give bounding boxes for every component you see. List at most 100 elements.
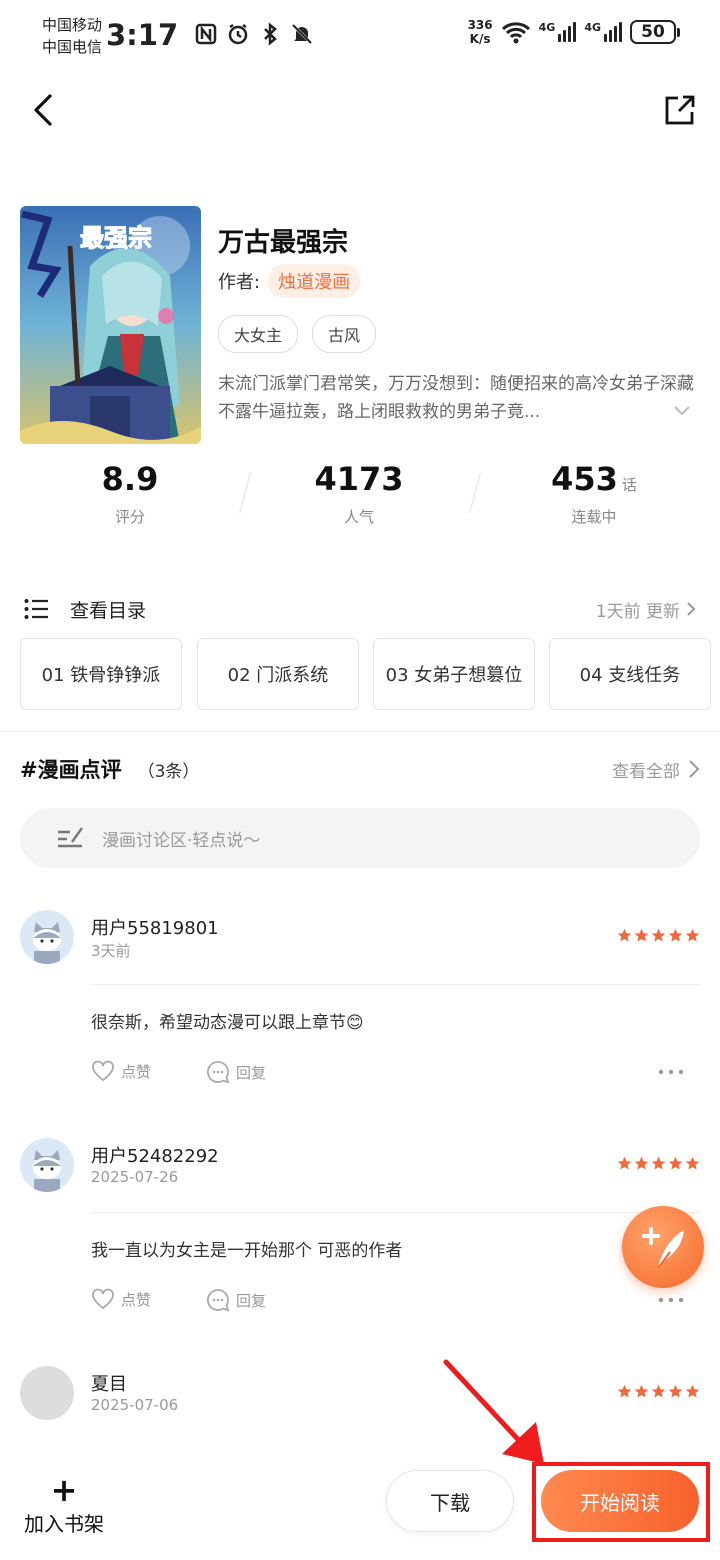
clock: 3:17: [106, 18, 179, 52]
reviews-count: （3条）: [137, 761, 200, 782]
avatar-cat-icon: [20, 1138, 74, 1192]
avatar-cat-icon: [20, 910, 74, 964]
share-icon[interactable]: [662, 92, 698, 128]
mute-bell-icon: [291, 23, 313, 45]
tag-chip[interactable]: 古风: [312, 315, 377, 353]
star-icon: [617, 928, 632, 942]
bluetooth-icon: [264, 22, 277, 46]
reviews-title: #漫画点评: [20, 758, 122, 782]
comment-username[interactable]: 夏目: [91, 1370, 127, 1396]
author-row: 作者: 烛道漫画: [218, 264, 361, 298]
reply-button[interactable]: 回复: [206, 1288, 266, 1312]
comment-username[interactable]: 用户55819801: [91, 914, 219, 940]
chapter-item[interactable]: 03 女弟子想篡位: [373, 638, 535, 710]
star-icon: [668, 928, 683, 942]
chevron-right-icon: [687, 602, 696, 616]
avatar[interactable]: [20, 1138, 74, 1192]
chevron-down-icon[interactable]: [672, 400, 692, 420]
like-button[interactable]: 点赞: [91, 1060, 151, 1082]
stats-row: 8.9 评分 4173 人气 453 话 连载中: [0, 460, 720, 536]
star-icon: [634, 928, 649, 942]
star-icon: [651, 1156, 666, 1170]
chevron-right-icon: [689, 760, 700, 778]
star-rating: [617, 1156, 700, 1171]
list-icon: [24, 599, 48, 619]
status-right: 336 K/s 4G 4G 50: [468, 18, 680, 46]
heart-icon: [92, 1288, 114, 1310]
section-divider: [0, 731, 720, 732]
net-speed: 336 K/s: [468, 18, 493, 46]
chapters-unit: 话: [621, 476, 637, 494]
reply-button[interactable]: 回复: [206, 1060, 266, 1084]
comment-date: 2025-07-06: [91, 1396, 179, 1414]
svg-text:最强宗: 最强宗: [80, 224, 152, 252]
comment-divider: [91, 1212, 700, 1213]
write-review-fab[interactable]: [622, 1206, 704, 1288]
author-link[interactable]: 烛道漫画: [268, 264, 361, 298]
chapter-item[interactable]: 01 铁骨铮铮派: [20, 638, 182, 710]
star-rating: [617, 1384, 700, 1399]
download-button[interactable]: 下载: [386, 1470, 514, 1532]
star-icon: [668, 1156, 683, 1170]
stat-chapters: 453 话 连载中: [534, 460, 654, 527]
view-all-link[interactable]: 查看全部: [612, 757, 700, 782]
back-arrow-icon[interactable]: [24, 90, 64, 130]
synopsis[interactable]: 末流门派掌门君常笑，万万没想到：随便招来的高冷女弟子深藏不露牛逼拉轰，路上闭眼救…: [218, 370, 704, 426]
tag-list: 大女主 古风: [218, 315, 377, 353]
like-label: 点赞: [121, 1290, 152, 1309]
star-rating: [617, 928, 700, 943]
chapters-value: 453: [551, 460, 618, 498]
toc-label: 查看目录: [70, 599, 147, 622]
cover-illustration: 最强宗: [20, 206, 201, 444]
reply-label: 回复: [236, 1291, 267, 1310]
add-to-shelf-label: 加入书架: [24, 1512, 104, 1536]
chapter-item[interactable]: 02 门派系统: [197, 638, 359, 710]
stat-popularity: 4173 人气: [299, 460, 419, 527]
chapter-list: 01 铁骨铮铮派 02 门派系统 03 女弟子想篡位 04 支线任务: [20, 638, 720, 710]
signal-1-icon: 4G: [539, 22, 577, 42]
star-icon: [685, 928, 700, 942]
rating-label: 评分: [114, 508, 145, 526]
toc-row[interactable]: 查看目录 1天前 更新: [24, 592, 696, 626]
comment-divider: [91, 984, 700, 985]
alarm-icon: [228, 23, 248, 45]
battery-level: 50: [630, 20, 676, 44]
chapter-item[interactable]: 04 支线任务: [549, 638, 711, 710]
star-icon: [685, 1384, 700, 1398]
signal-2-label: 4G: [584, 21, 601, 34]
comic-title: 万古最强宗: [218, 228, 349, 258]
star-icon: [617, 1156, 632, 1170]
comment-date: 3天前: [91, 942, 131, 960]
carrier-info: 中国移动 中国电信: [42, 14, 102, 58]
carrier-2: 中国电信: [42, 38, 103, 56]
author-label: 作者:: [218, 272, 261, 293]
battery-icon: 50: [630, 20, 680, 44]
add-to-shelf-button[interactable]: + 加入书架: [20, 1474, 108, 1537]
avatar[interactable]: [20, 1366, 74, 1420]
comment-actions: 点赞 回复: [91, 1288, 700, 1316]
comment-text: 很奈斯，希望动态漫可以跟上章节😊: [91, 1013, 364, 1033]
more-options-icon[interactable]: [658, 1068, 684, 1076]
update-text: 1天前 更新: [595, 601, 680, 622]
chat-bubble-icon: [207, 1061, 230, 1084]
chapters-label: 连载中: [571, 508, 617, 526]
rating-value: 8.9: [101, 460, 159, 498]
like-button[interactable]: 点赞: [91, 1288, 151, 1310]
comment-username[interactable]: 用户52482292: [91, 1142, 219, 1168]
review-input-placeholder: 漫画讨论区·轻点说～: [102, 830, 261, 851]
chat-bubble-icon: [207, 1289, 230, 1312]
view-all-label: 查看全部: [612, 761, 680, 782]
status-icons: [194, 22, 314, 46]
comic-cover[interactable]: 最强宗: [20, 206, 201, 444]
star-icon: [651, 1384, 666, 1398]
avatar[interactable]: [20, 910, 74, 964]
review-input[interactable]: 漫画讨论区·轻点说～: [20, 808, 700, 868]
star-icon: [685, 1156, 700, 1170]
more-options-icon[interactable]: [658, 1296, 684, 1304]
popularity-value: 4173: [314, 460, 404, 498]
annotation-highlight-box: [532, 1462, 710, 1542]
reviews-header: #漫画点评 （3条） 查看全部: [20, 754, 700, 784]
star-icon: [651, 928, 666, 942]
heart-icon: [92, 1060, 114, 1082]
tag-chip[interactable]: 大女主: [218, 315, 299, 353]
